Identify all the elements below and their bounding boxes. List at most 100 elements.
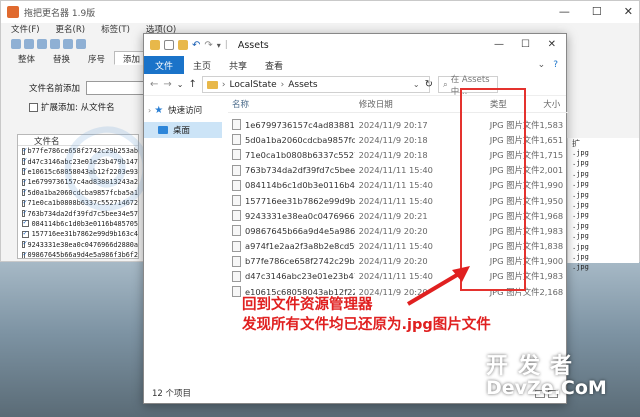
nav-desktop-label: 桌面: [173, 126, 191, 136]
list-item[interactable]: d47c3146abc23e01e23b479b147: [18, 156, 138, 166]
qa-dropdown-icon[interactable]: ▾: [217, 41, 221, 50]
file-name: 157716ee31b7862e99d9b163c4: [245, 195, 355, 206]
tab-overall[interactable]: 整体: [9, 51, 44, 65]
minimize-icon[interactable]: —: [494, 39, 504, 50]
ribbon-tab-share[interactable]: 共享: [220, 59, 256, 72]
file-checkbox[interactable]: [22, 198, 26, 207]
ribbon-tab-view[interactable]: 查看: [256, 59, 292, 72]
column-date[interactable]: 修改日期: [355, 98, 454, 110]
maximize-icon[interactable]: ☐: [592, 5, 602, 18]
file-checkbox[interactable]: [22, 167, 26, 176]
breadcrumb-localstate[interactable]: LocalState: [229, 80, 276, 90]
column-size[interactable]: 大小: [539, 98, 568, 110]
address-bar[interactable]: › LocalState › Assets: [201, 76, 430, 93]
breadcrumb-assets[interactable]: Assets: [288, 80, 317, 90]
cell-size: 2,001: [539, 165, 564, 176]
forward-icon[interactable]: →: [163, 79, 171, 90]
cell-name: 09867645b66a9d4e5a986f3b6f2: [228, 225, 355, 237]
annotation-text: 回到文件资源管理器 发现所有文件均已还原为.jpg图片文件: [242, 295, 491, 335]
cell-name: 5d0a1ba2060cdcba9857fcba5a1: [228, 134, 355, 146]
file-icon: [232, 255, 241, 267]
maximize-icon[interactable]: ☐: [521, 39, 530, 50]
cell-name: 157716ee31b7862e99d9b163c4: [228, 195, 355, 207]
up-icon[interactable]: ↑: [188, 79, 196, 90]
file-checkbox[interactable]: [22, 177, 26, 186]
brand-line-1: 开发者: [486, 354, 583, 379]
toolbar-icon[interactable]: [63, 39, 73, 49]
file-name: 763b734da2df39fd7c5bee34e57: [27, 209, 139, 218]
close-icon[interactable]: ✕: [624, 5, 633, 18]
ribbon-tab-home[interactable]: 主页: [184, 59, 220, 72]
list-item[interactable]: 1e6799736157c4ad838813243a2: [18, 177, 138, 187]
file-icon: [232, 179, 241, 191]
tab-sequence[interactable]: 序号: [79, 51, 114, 65]
properties-icon[interactable]: [164, 40, 174, 50]
annotation-line-1: 回到文件资源管理器: [242, 297, 373, 313]
toolbar-icon[interactable]: [11, 39, 21, 49]
list-item[interactable]: b77fe786ce658f2742c29b253ab: [18, 146, 138, 156]
ext-add-checkbox[interactable]: [29, 102, 38, 112]
list-item[interactable]: 763b734da2df39fd7c5bee34e57: [18, 208, 138, 218]
ext-column-header: 扩: [572, 139, 580, 148]
file-checkbox[interactable]: [22, 250, 26, 258]
file-checkbox[interactable]: [22, 229, 29, 238]
chevron-right-icon[interactable]: ›: [148, 106, 151, 115]
cell-name: 1e6799736157c4ad838813243a2: [228, 119, 355, 131]
toolbar-icon[interactable]: [37, 39, 47, 49]
list-item[interactable]: 9243331e38ea0c0476966d2880a: [18, 240, 138, 250]
undo-icon[interactable]: ↶: [192, 40, 200, 51]
prefix-label: 文件名前添加: [29, 84, 81, 94]
back-icon[interactable]: ←: [150, 79, 158, 90]
cell-name: a974f1e2aa2f3a8b2e8cd5f2396: [228, 240, 355, 252]
close-icon[interactable]: ✕: [548, 39, 556, 50]
file-name: e10615c68058043ab12f2203e93: [27, 167, 139, 176]
address-dropdown-icon[interactable]: ⌄: [413, 80, 420, 89]
list-item[interactable]: 09867645b66a9d4e5a986f3b6f2: [18, 250, 138, 258]
file-checkbox[interactable]: [22, 208, 26, 218]
help-icon[interactable]: ?: [553, 60, 558, 70]
file-checkbox[interactable]: [22, 240, 26, 249]
cell-size: 1,715: [539, 149, 564, 160]
file-name: d47c3146abc23e01e23b479b147: [27, 157, 139, 166]
desktop-icon: [158, 126, 168, 134]
cell-name: d47c3146abc23e01e23b479b147: [228, 270, 355, 282]
ribbon-file-tab[interactable]: 文件: [144, 56, 185, 74]
nav-desktop[interactable]: 桌面: [144, 122, 222, 138]
minimize-icon[interactable]: —: [559, 5, 570, 18]
list-item[interactable]: 71e0ca1b0808b6337c552714672: [18, 198, 138, 208]
file-name: 9243331e38ea0c0476966d2880a: [245, 210, 355, 221]
file-icon: [232, 240, 241, 252]
navigation-pane: › ★ 快速访问 桌面: [144, 96, 222, 386]
file-checkbox[interactable]: [22, 156, 26, 166]
recent-dropdown-icon[interactable]: ⌄: [177, 80, 184, 89]
nav-quick-access[interactable]: › ★ 快速访问: [144, 102, 222, 118]
menu-rename[interactable]: 更名(R): [56, 23, 86, 37]
file-checkbox[interactable]: [22, 146, 26, 155]
renamer-titlebar: 拖把更名器 1.9版 — ☐ ✕: [1, 1, 639, 23]
prefix-input[interactable]: [86, 81, 147, 95]
list-item[interactable]: 157716ee31b7862e99d9b163c4: [18, 229, 138, 239]
toolbar-icon[interactable]: [50, 39, 60, 49]
file-name: a974f1e2aa2f3a8b2e8cd5f2396: [245, 241, 355, 252]
ribbon-expand-icon[interactable]: ⌄: [538, 60, 546, 70]
ext-value: .jpg: [572, 232, 589, 241]
cell-size: 1,583: [539, 119, 564, 130]
tab-replace[interactable]: 替换: [44, 51, 79, 65]
new-folder-icon[interactable]: [178, 40, 188, 50]
file-checkbox[interactable]: [22, 188, 26, 197]
list-item[interactable]: 084114b6c1d0b3e0116b485705: [18, 219, 138, 229]
redo-icon[interactable]: ↷: [204, 40, 212, 51]
list-item[interactable]: e10615c68058043ab12f2203e93: [18, 167, 138, 177]
explorer-titlebar: ↶ ↷ ▾ | Assets — ☐ ✕: [144, 34, 566, 56]
column-name[interactable]: 名称: [228, 98, 355, 110]
menu-tags[interactable]: 标签(T): [101, 23, 130, 37]
toolbar-icon[interactable]: [24, 39, 34, 49]
file-checkbox[interactable]: [22, 219, 29, 228]
ext-value: .jpg: [572, 200, 589, 209]
refresh-icon[interactable]: ↻: [425, 79, 433, 90]
toolbar-icon[interactable]: [76, 39, 86, 49]
list-item[interactable]: 5d0a1ba2060cdcba9857fcba5a1: [18, 188, 138, 198]
cell-date: 2024/11/11 15:40: [358, 195, 433, 206]
status-item-count: 12 个项目: [152, 389, 192, 399]
menu-file[interactable]: 文件(F): [11, 23, 40, 37]
